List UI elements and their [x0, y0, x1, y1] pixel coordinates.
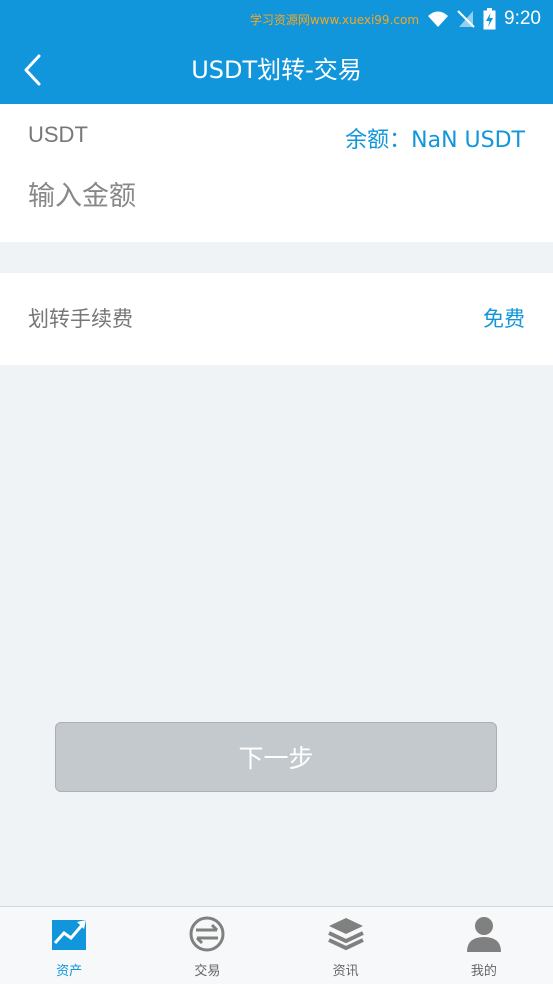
bottom-tab-bar: 资产 交易 资讯 我的	[0, 906, 553, 984]
fee-value: 免费	[483, 307, 525, 331]
page-title: USDT划转-交易	[191, 56, 362, 84]
no-signal-icon	[457, 10, 475, 28]
tab-trade[interactable]: 交易	[138, 907, 276, 984]
fee-card: 划转手续费 免费	[0, 273, 553, 365]
status-time: 9:20	[504, 8, 541, 29]
tab-label: 交易	[194, 964, 221, 979]
app-header: 学习资源网www.xuexi99.com 9:20 USDT划转-交易	[0, 0, 553, 104]
transfer-amount-card: USDT 余额：NaN USDT	[0, 104, 553, 242]
chart-trend-icon	[52, 920, 87, 950]
tab-mine[interactable]: 我的	[415, 907, 553, 984]
battery-charging-icon	[483, 8, 496, 30]
balance-text: 余额：NaN USDT	[345, 128, 525, 153]
tab-label: 资产	[56, 964, 83, 979]
layers-icon	[327, 918, 364, 951]
watermark-text: 学习资源网www.xuexi99.com	[249, 12, 420, 27]
status-bar: 学习资源网www.xuexi99.com 9:20	[250, 6, 541, 32]
tab-label: 资讯	[332, 964, 359, 979]
wifi-icon	[428, 11, 449, 27]
tab-label: 我的	[470, 964, 497, 979]
tab-news[interactable]: 资讯	[277, 907, 415, 984]
tab-assets[interactable]: 资产	[0, 907, 138, 984]
fee-label: 划转手续费	[28, 307, 133, 331]
coin-name: USDT	[28, 122, 88, 147]
user-icon	[466, 917, 501, 952]
amount-input[interactable]	[28, 174, 518, 218]
next-step-button[interactable]: 下一步	[55, 722, 497, 792]
exchange-icon	[189, 916, 225, 952]
